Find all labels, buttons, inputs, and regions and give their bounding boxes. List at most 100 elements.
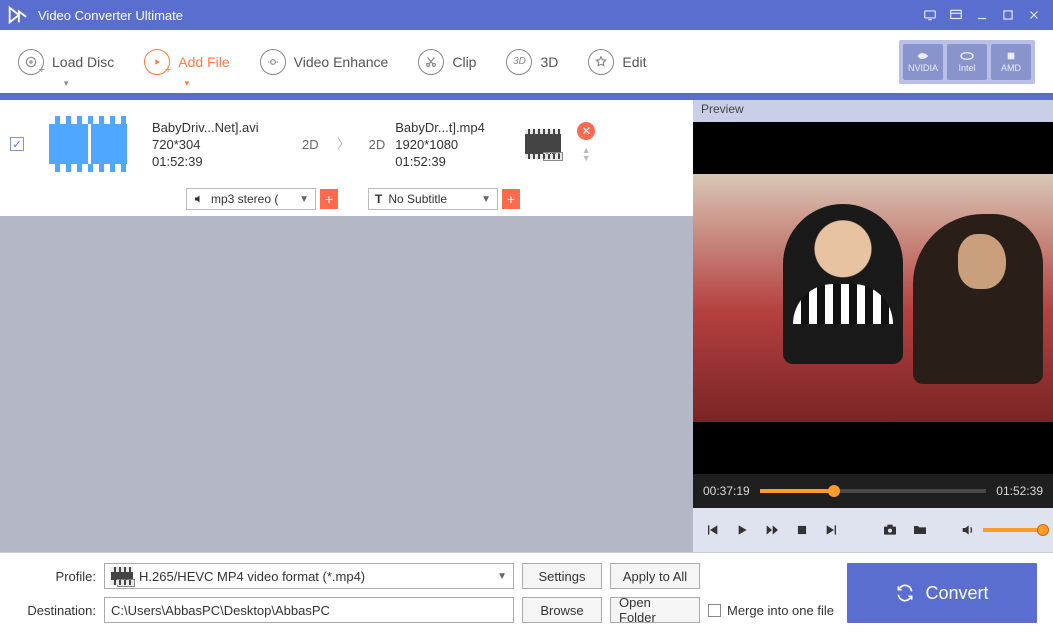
gpu-nvidia: NVIDIA: [903, 44, 943, 80]
gpu-amd-label: AMD: [1001, 63, 1021, 73]
format-icon[interactable]: MP4: [525, 129, 561, 159]
dest-filename: BabyDr...t].mp4: [395, 120, 515, 135]
text-icon: T: [375, 192, 382, 206]
dest-resolution: 1920*1080: [395, 137, 515, 152]
remove-row-button[interactable]: ✕: [577, 122, 595, 140]
title-bar: Video Converter Ultimate: [0, 0, 1053, 30]
volume-icon[interactable]: [959, 521, 977, 539]
add-file-button[interactable]: + Add File ▾: [144, 49, 229, 75]
fast-forward-button[interactable]: [763, 521, 781, 539]
current-time: 00:37:19: [703, 484, 750, 498]
load-disc-label: Load Disc: [52, 54, 114, 70]
apply-all-label: Apply to All: [623, 569, 687, 584]
edit-button[interactable]: Edit: [588, 49, 646, 75]
snapshot-button[interactable]: [881, 521, 899, 539]
browse-label: Browse: [540, 603, 583, 618]
edit-label: Edit: [622, 54, 646, 70]
play-button[interactable]: [733, 521, 751, 539]
volume-track[interactable]: [983, 528, 1043, 532]
subtitle-select[interactable]: T No Subtitle ▼: [368, 188, 498, 210]
apply-to-all-button[interactable]: Apply to All: [610, 563, 700, 589]
destination-field[interactable]: C:\Users\AbbasPC\Desktop\AbbasPC: [104, 597, 514, 623]
video-still: [693, 174, 1053, 422]
format-tag: MP4: [543, 152, 563, 161]
settings-button[interactable]: Settings: [522, 563, 602, 589]
prev-button[interactable]: [703, 521, 721, 539]
chevron-right-icon: 〉: [337, 134, 351, 154]
profile-value: H.265/HEVC MP4 video format (*.mp4): [139, 569, 365, 584]
app-title: Video Converter Ultimate: [38, 8, 183, 23]
add-audio-button[interactable]: +: [320, 189, 338, 209]
preview-panel: Preview 00:37:19 01:52:39: [693, 100, 1053, 552]
minimize-icon[interactable]: [969, 4, 995, 26]
main-area: ✓ BabyDriv...Net].avi 720*304 01:52:39 2…: [0, 100, 1053, 552]
file-list-panel: ✓ BabyDriv...Net].avi 720*304 01:52:39 2…: [0, 100, 693, 552]
three-d-label: 3D: [540, 54, 558, 70]
conversion-arrow: 2D 〉 2D: [302, 134, 385, 154]
convert-label: Convert: [925, 583, 988, 604]
film-icon: [49, 116, 127, 172]
gpu-intel: Intel: [947, 44, 987, 80]
volume-control: [959, 521, 1043, 539]
chevron-down-icon: ▼: [299, 194, 309, 205]
maximize-icon[interactable]: [995, 4, 1021, 26]
settings-icon[interactable]: [943, 4, 969, 26]
main-toolbar: + Load Disc ▾ + Add File ▾ Video Enhance…: [0, 30, 1053, 94]
row-checkbox[interactable]: ✓: [10, 137, 24, 151]
clip-button[interactable]: Clip: [418, 49, 476, 75]
destination-value: C:\Users\AbbasPC\Desktop\AbbasPC: [111, 603, 330, 618]
volume-knob[interactable]: [1037, 524, 1049, 536]
thumbnail: [34, 108, 142, 180]
playback-controls: [693, 508, 1053, 552]
subtitle-label: No Subtitle: [388, 192, 447, 206]
star-icon: [588, 49, 614, 75]
three-d-button[interactable]: 3D 3D: [506, 49, 558, 75]
video-enhance-button[interactable]: Video Enhance: [260, 49, 389, 75]
three-d-icon: 3D: [506, 49, 532, 75]
chevron-down-icon: ▾: [185, 78, 190, 89]
stop-button[interactable]: [793, 521, 811, 539]
speaker-icon: [193, 193, 205, 205]
source-info: BabyDriv...Net].avi 720*304 01:52:39: [152, 120, 292, 169]
destination-label: Destination:: [27, 603, 96, 618]
add-subtitle-button[interactable]: +: [502, 189, 520, 209]
gpu-nvidia-label: NVIDIA: [908, 63, 938, 73]
gpu-amd: AMD: [991, 44, 1031, 80]
disc-icon: +: [18, 49, 44, 75]
next-button[interactable]: [823, 521, 841, 539]
seek-track[interactable]: [760, 489, 987, 493]
source-filename: BabyDriv...Net].avi: [152, 120, 292, 135]
footer-panel: Profile: MP4 H.265/HEVC MP4 video format…: [0, 552, 1053, 632]
browse-button[interactable]: Browse: [522, 597, 602, 623]
scissors-icon: [418, 49, 444, 75]
gpu-intel-label: Intel: [958, 63, 975, 73]
add-file-icon: +: [144, 49, 170, 75]
seek-knob[interactable]: [828, 485, 840, 497]
chevron-down-icon: ▾: [64, 78, 69, 89]
open-folder-button[interactable]: Open Folder: [610, 597, 700, 623]
source-mode: 2D: [302, 137, 319, 152]
snapshot-folder-button[interactable]: [911, 521, 929, 539]
video-frame: 00:37:19 01:52:39: [693, 122, 1053, 508]
convert-button[interactable]: Convert: [847, 563, 1037, 623]
feedback-icon[interactable]: [917, 4, 943, 26]
settings-label: Settings: [539, 569, 586, 584]
seek-bar: 00:37:19 01:52:39: [693, 474, 1053, 508]
open-folder-label: Open Folder: [619, 595, 691, 625]
dest-info: BabyDr...t].mp4 1920*1080 01:52:39: [395, 120, 515, 169]
chevron-down-icon: ▼: [481, 194, 491, 205]
reorder-arrows[interactable]: ▲▼: [579, 146, 593, 166]
merge-checkbox[interactable]: [708, 604, 721, 617]
load-disc-button[interactable]: + Load Disc ▾: [18, 49, 114, 75]
convert-icon: [895, 583, 915, 603]
video-canvas[interactable]: [693, 122, 1053, 474]
profile-select[interactable]: MP4 H.265/HEVC MP4 video format (*.mp4) …: [104, 563, 514, 589]
preview-header: Preview: [693, 100, 1053, 122]
total-time: 01:52:39: [996, 484, 1043, 498]
close-icon[interactable]: [1021, 4, 1047, 26]
chevron-down-icon: ▼: [497, 571, 507, 582]
audio-track-select[interactable]: mp3 stereo ( ▼: [186, 188, 316, 210]
file-row: ✓ BabyDriv...Net].avi 720*304 01:52:39 2…: [0, 100, 693, 216]
row-sub-controls: mp3 stereo ( ▼ + T No Subtitle ▼ +: [186, 188, 520, 210]
audio-track-label: mp3 stereo (: [211, 192, 278, 206]
